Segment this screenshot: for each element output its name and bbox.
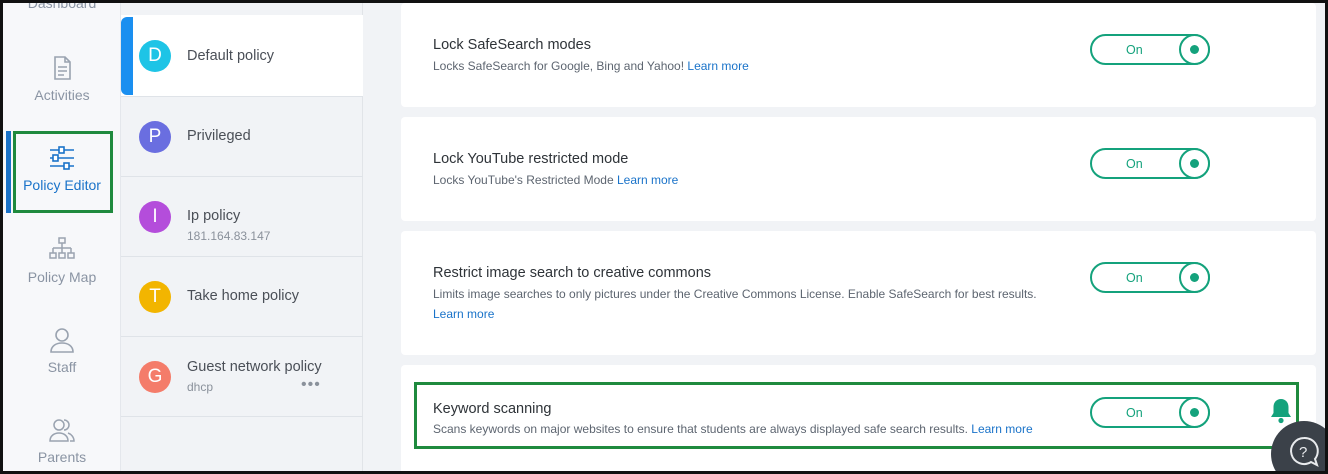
policy-item-privileged[interactable]: P Privileged (121, 97, 363, 177)
policy-item-ip[interactable]: I Ip policy 181.164.83.147 (121, 177, 363, 257)
policy-name: Take home policy (187, 288, 300, 304)
policy-avatar: T (139, 281, 171, 313)
nav-label-staff: Staff (47, 359, 77, 375)
nav-item-activities[interactable]: Activities (3, 55, 121, 103)
policy-avatar: P (139, 121, 171, 153)
setting-title: Restrict image search to creative common… (433, 265, 712, 281)
policy-item-take-home[interactable]: T Take home policy (121, 257, 363, 337)
nav-label-policy-map: Policy Map (27, 269, 97, 285)
desc-text: Limits image searches to only pictures u… (433, 287, 1037, 301)
app-window: Dashboard Activities Policy Editor Polic… (0, 0, 1328, 474)
users-icon (49, 417, 75, 443)
policy-name: Ip policy (187, 208, 241, 224)
selected-indicator (121, 17, 133, 95)
help-chat-icon: ? (1290, 436, 1319, 467)
policy-subtitle: dhcp (187, 380, 214, 394)
help-glyph: ? (1299, 444, 1307, 461)
toggle-label: On (1126, 157, 1143, 171)
safesearch-toggle[interactable]: On (1090, 34, 1210, 65)
setting-card-safesearch: Lock SafeSearch modes Locks SafeSearch f… (401, 3, 1316, 107)
learn-more-link[interactable]: Learn more (687, 59, 748, 73)
setting-card-keyword-scanning: Keyword scanning Scans keywords on major… (401, 365, 1316, 471)
policy-avatar: I (139, 201, 171, 233)
toggle-knob (1179, 34, 1210, 65)
learn-more-link[interactable]: Learn more (971, 422, 1032, 436)
toggle-knob (1179, 397, 1210, 428)
creative-commons-toggle[interactable]: On (1090, 262, 1210, 293)
policy-item-guest-network[interactable]: G Guest network policy dhcp ••• (121, 337, 363, 417)
keyword-scanning-toggle[interactable]: On (1090, 397, 1210, 428)
policy-item-default[interactable]: D Default policy (121, 15, 363, 97)
bell-icon[interactable] (1268, 397, 1294, 425)
settings-panel: Lock SafeSearch modes Locks SafeSearch f… (364, 3, 1325, 471)
setting-description: Limits image searches to only pictures u… (433, 284, 1073, 324)
left-nav: Dashboard Activities Policy Editor Polic… (3, 0, 121, 471)
setting-description: Locks YouTube's Restricted Mode Learn mo… (433, 170, 1073, 190)
setting-description: Scans keywords on major websites to ensu… (433, 419, 1073, 439)
policy-subtitle: 181.164.83.147 (187, 229, 271, 243)
setting-description: Locks SafeSearch for Google, Bing and Ya… (433, 56, 1073, 76)
desc-text: Scans keywords on major websites to ensu… (433, 422, 968, 436)
toggle-label: On (1126, 406, 1143, 420)
toggle-label: On (1126, 271, 1143, 285)
document-icon (49, 55, 75, 81)
policy-name: Default policy (187, 48, 275, 64)
toggle-knob (1179, 148, 1210, 179)
setting-card-youtube: Lock YouTube restricted mode Locks YouTu… (401, 117, 1316, 221)
desc-text: Locks SafeSearch for Google, Bing and Ya… (433, 59, 685, 73)
setting-title: Lock SafeSearch modes (433, 37, 591, 53)
nav-item-parents[interactable]: Parents (3, 417, 121, 465)
policy-avatar: G (139, 361, 171, 393)
more-options-icon[interactable]: ••• (301, 376, 321, 394)
toggle-knob (1179, 262, 1210, 293)
learn-more-link[interactable]: Learn more (433, 307, 494, 321)
nav-item-dashboard[interactable]: Dashboard (3, 0, 121, 11)
setting-card-creative-commons: Restrict image search to creative common… (401, 231, 1316, 355)
nav-item-policy-editor[interactable]: Policy Editor (3, 145, 121, 193)
user-icon (49, 327, 75, 353)
desc-text: Locks YouTube's Restricted Mode (433, 173, 614, 187)
setting-title: Lock YouTube restricted mode (433, 151, 629, 167)
nav-item-policy-map[interactable]: Policy Map (3, 237, 121, 285)
policy-name: Guest network policy (187, 359, 322, 375)
nav-label-policy-editor: Policy Editor (23, 177, 101, 193)
youtube-toggle[interactable]: On (1090, 148, 1210, 179)
sitemap-icon (49, 237, 75, 263)
sliders-icon (49, 145, 75, 171)
policy-avatar: D (139, 40, 171, 72)
toggle-label: On (1126, 43, 1143, 57)
nav-label-dashboard: Dashboard (27, 0, 97, 11)
learn-more-link[interactable]: Learn more (617, 173, 678, 187)
nav-item-staff[interactable]: Staff (3, 327, 121, 375)
setting-title: Keyword scanning (433, 401, 552, 417)
nav-label-parents: Parents (37, 449, 87, 465)
policy-name: Privileged (187, 128, 251, 144)
nav-label-activities: Activities (34, 87, 90, 103)
policy-list: D Default policy P Privileged I Ip polic… (121, 3, 363, 471)
